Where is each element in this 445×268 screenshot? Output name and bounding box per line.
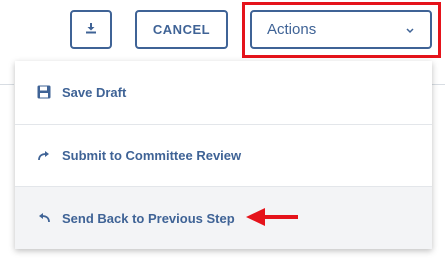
menu-item-label: Send Back to Previous Step bbox=[62, 210, 235, 226]
download-button[interactable] bbox=[70, 10, 112, 49]
cancel-label: CANCEL bbox=[152, 22, 211, 37]
redo-arrow-icon bbox=[36, 148, 52, 164]
cancel-button[interactable]: CANCEL bbox=[135, 10, 228, 49]
chevron-down-icon bbox=[406, 21, 414, 38]
divider-line-right bbox=[432, 84, 445, 85]
actions-label: Actions bbox=[267, 21, 317, 38]
menu-item-send-back[interactable]: Send Back to Previous Step bbox=[15, 186, 432, 249]
undo-arrow-icon bbox=[36, 210, 52, 226]
divider-line-left bbox=[0, 84, 14, 85]
menu-item-submit-committee[interactable]: Submit to Committee Review bbox=[15, 124, 432, 186]
actions-dropdown-button[interactable]: Actions bbox=[250, 10, 432, 49]
menu-item-save-draft[interactable]: Save Draft bbox=[15, 61, 432, 123]
actions-menu: Save Draft Submit to Committee Review Se… bbox=[15, 61, 432, 249]
save-icon bbox=[36, 84, 52, 100]
menu-item-label: Submit to Committee Review bbox=[62, 148, 242, 163]
red-pointer-arrow-icon bbox=[245, 205, 300, 229]
download-icon bbox=[85, 21, 97, 39]
menu-item-label: Save Draft bbox=[62, 84, 127, 100]
